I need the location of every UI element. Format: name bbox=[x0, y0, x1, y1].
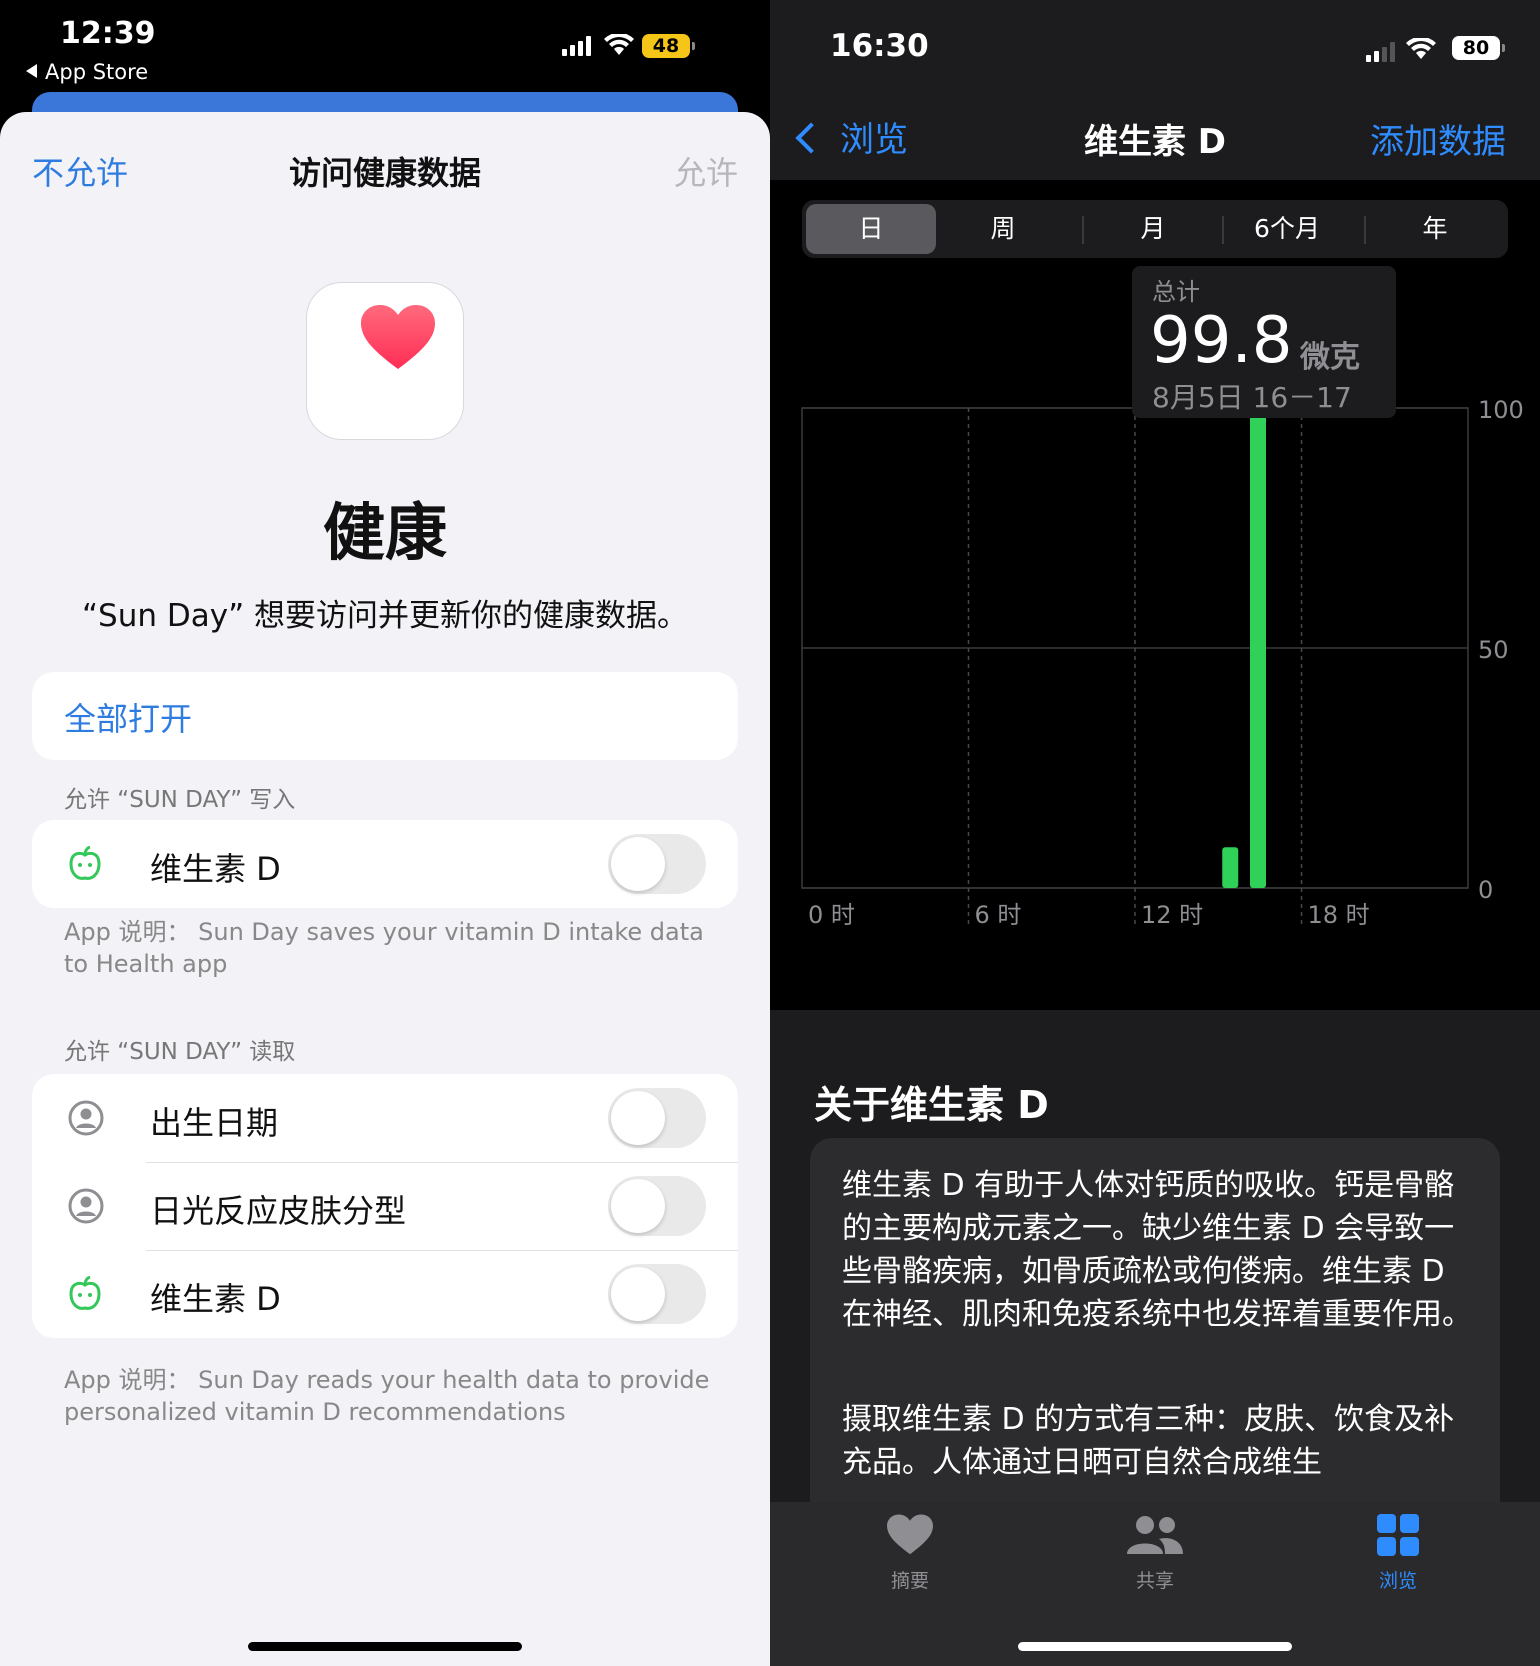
turn-on-all-button[interactable]: 全部打开 bbox=[32, 672, 738, 760]
vitamin-d-bar-chart[interactable]: 0 50 100 0 时 6 时 12 时 18 时 bbox=[770, 360, 1540, 960]
bar-hour-16 bbox=[1250, 408, 1266, 888]
about-title: 关于维生素 D bbox=[814, 1083, 1049, 1127]
apple-icon bbox=[69, 1276, 101, 1310]
birth-date-label: 出生日期 bbox=[150, 1104, 279, 1142]
signal-icon bbox=[562, 36, 591, 56]
read-section-card: 出生日期 日光反应皮肤分型 维生素 D bbox=[32, 1074, 738, 1338]
battery-icon: 48 bbox=[642, 34, 695, 58]
birth-date-toggle[interactable] bbox=[608, 1088, 706, 1148]
left-screenshot: 12:39 App Store 48 不允许 访问健康数据 允许 健康 “Sun… bbox=[0, 0, 770, 1666]
back-to-app-link[interactable]: App Store bbox=[26, 60, 148, 84]
signal-icon bbox=[1366, 42, 1395, 62]
people-icon bbox=[1127, 1516, 1183, 1554]
time-range-segmented-control: 日 周 月 6个月 年 bbox=[802, 200, 1508, 258]
chart-area: 日 周 月 6个月 年 0 50 100 0 时 6 时 12 时 18 时 总计 99.8… bbox=[770, 180, 1540, 1010]
read-row-birth-date[interactable]: 出生日期 bbox=[32, 1074, 738, 1162]
health-access-sheet: 不允许 访问健康数据 允许 健康 “Sun Day” 想要访问并更新你的健康数据… bbox=[0, 112, 770, 1666]
y-tick-label: 0 bbox=[1478, 876, 1493, 904]
write-section-card: 维生素 D bbox=[32, 820, 738, 908]
about-paragraph: 维生素 D 有助于人体对钙质的吸收。钙是骨骼的主要构成元素之一。缺少维生素 D … bbox=[842, 1168, 1472, 1332]
tooltip-date: 8月5日 16－17 bbox=[1152, 381, 1352, 414]
about-paragraph: 摄取维生素 D 的方式有三种：皮肤、饮食及补充品。人体通过日晒可自然合成维生 bbox=[842, 1402, 1455, 1480]
allow-button[interactable]: 允许 bbox=[674, 148, 738, 194]
status-time: 16:30 bbox=[830, 28, 929, 64]
write-row-vitamin-d[interactable]: 维生素 D bbox=[32, 820, 738, 908]
bar-hour-15 bbox=[1222, 847, 1239, 888]
app-name: 健康 bbox=[322, 496, 447, 569]
health-app-icon bbox=[306, 282, 464, 440]
tab-month[interactable]: 月 bbox=[1088, 204, 1218, 254]
right-screenshot: 16:30 80 浏览 维生素 D 添加数据 日 周 月 6个月 年 0 50 10… bbox=[770, 0, 1540, 1666]
x-tick-label: 12 时 bbox=[1141, 901, 1203, 929]
selection-tooltip: 总计 99.8 微克 8月5日 16－17 bbox=[1132, 266, 1396, 418]
back-app-label: App Store bbox=[45, 60, 149, 84]
sheet-title: 访问健康数据 bbox=[288, 154, 481, 192]
segment-separator bbox=[1364, 216, 1366, 244]
x-tick-label: 0 时 bbox=[808, 901, 855, 929]
y-tick-label: 100 bbox=[1478, 396, 1524, 424]
tab-summary[interactable]: 摘要 bbox=[850, 1514, 970, 1593]
tab-sharing[interactable]: 共享 bbox=[1095, 1514, 1215, 1593]
read-section-header: 允许 “SUN DAY” 读取 bbox=[64, 1039, 296, 1065]
tab-day[interactable]: 日 bbox=[806, 204, 936, 254]
home-indicator[interactable] bbox=[248, 1642, 522, 1651]
add-data-button[interactable]: 添加数据 bbox=[1370, 114, 1506, 163]
grid-icon bbox=[1377, 1514, 1419, 1556]
skin-type-toggle[interactable] bbox=[608, 1176, 706, 1236]
about-card: 维生素 D 有助于人体对钙质的吸收。钙是骨骼的主要构成元素之一。缺少维生素 D … bbox=[810, 1138, 1500, 1538]
wifi-icon bbox=[604, 34, 634, 55]
read-footnote: App 说明： Sun Day reads your health data t… bbox=[64, 1366, 710, 1426]
tab-6-months[interactable]: 6个月 bbox=[1222, 204, 1352, 254]
navigation-header: 16:30 80 浏览 维生素 D 添加数据 bbox=[770, 0, 1540, 180]
tooltip-label: 总计 bbox=[1152, 278, 1200, 306]
turn-on-all-label: 全部打开 bbox=[64, 700, 193, 738]
heart-icon bbox=[887, 1514, 933, 1555]
write-vitamin-d-toggle[interactable] bbox=[608, 834, 706, 894]
tooltip-value: 99.8 bbox=[1150, 304, 1293, 378]
read-row-vitamin-d[interactable]: 维生素 D bbox=[32, 1250, 738, 1338]
x-tick-label: 18 时 bbox=[1308, 901, 1370, 929]
heart-icon bbox=[361, 305, 435, 369]
person-circle-icon bbox=[68, 1188, 104, 1224]
wifi-icon bbox=[1406, 38, 1436, 59]
read-vitamin-d-toggle[interactable] bbox=[608, 1264, 706, 1324]
write-section-header: 允许 “SUN DAY” 写入 bbox=[64, 787, 296, 813]
battery-icon: 80 bbox=[1452, 36, 1505, 60]
back-triangle-icon bbox=[26, 64, 37, 78]
tab-year[interactable]: 年 bbox=[1370, 204, 1500, 254]
app-description: “Sun Day” 想要访问并更新你的健康数据。 bbox=[81, 598, 688, 634]
tab-summary-label: 摘要 bbox=[890, 1570, 929, 1592]
person-circle-icon bbox=[68, 1100, 104, 1136]
tab-browse-label: 浏览 bbox=[1378, 1570, 1417, 1592]
write-footnote: App 说明： Sun Day saves your vitamin D int… bbox=[64, 918, 704, 978]
segment-separator bbox=[1082, 216, 1084, 244]
x-tick-label: 6 时 bbox=[975, 901, 1022, 929]
write-vitamin-d-label: 维生素 D bbox=[150, 850, 281, 888]
status-time: 12:39 bbox=[60, 16, 156, 51]
home-indicator[interactable] bbox=[1018, 1642, 1292, 1651]
read-vitamin-d-label: 维生素 D bbox=[150, 1280, 281, 1318]
tooltip-unit: 微克 bbox=[1300, 340, 1360, 375]
skin-type-label: 日光反应皮肤分型 bbox=[150, 1192, 407, 1230]
tab-week[interactable]: 周 bbox=[938, 204, 1068, 254]
tab-browse[interactable]: 浏览 bbox=[1338, 1514, 1458, 1593]
y-tick-label: 50 bbox=[1478, 636, 1509, 664]
read-row-skin-type[interactable]: 日光反应皮肤分型 bbox=[32, 1162, 738, 1250]
apple-icon bbox=[69, 846, 101, 880]
tab-sharing-label: 共享 bbox=[1135, 1570, 1174, 1592]
